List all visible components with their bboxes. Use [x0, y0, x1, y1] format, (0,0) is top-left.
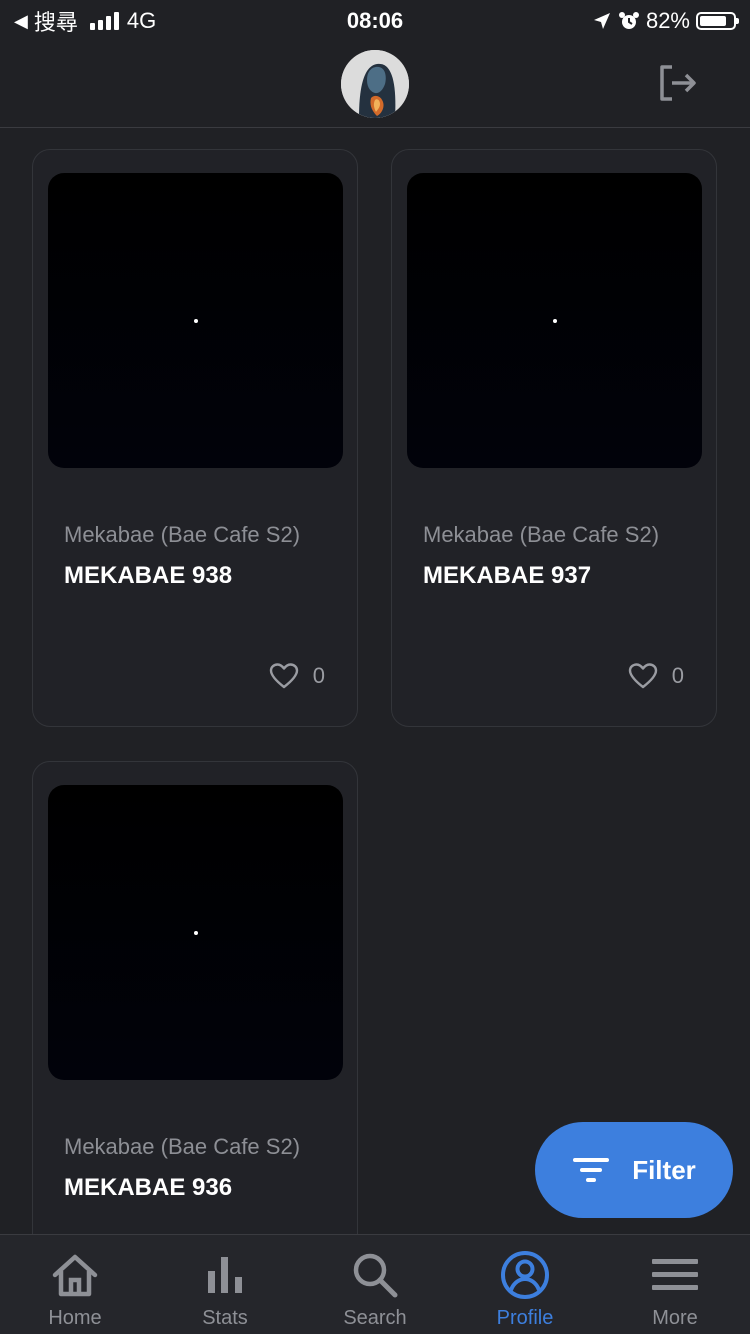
- nft-card[interactable]: Mekabae (Bae Cafe S2) MEKABAE 938 0: [32, 149, 358, 727]
- battery-icon: [696, 12, 739, 30]
- battery-fill: [700, 16, 727, 26]
- app-screen: ◀ 搜尋 4G 08:06 82% Mekabae (Bae Cafe S2) …: [0, 0, 750, 1334]
- menu-icon: [652, 1259, 698, 1290]
- stats-icon: [208, 1257, 242, 1293]
- nft-thumbnail[interactable]: [48, 173, 343, 468]
- thumbnail-dot: [194, 319, 198, 323]
- nft-card[interactable]: Mekabae (Bae Cafe S2) MEKABAE 936: [32, 761, 358, 1234]
- back-app-label[interactable]: 搜尋: [34, 5, 78, 37]
- nav-home[interactable]: Home: [0, 1235, 150, 1334]
- like-count: 0: [671, 663, 684, 688]
- nav-profile[interactable]: Profile: [450, 1235, 600, 1334]
- token-name: MEKABAE 936: [64, 1174, 233, 1201]
- status-left: ◀ 搜尋 4G: [14, 5, 156, 37]
- avatar-image: [341, 50, 409, 118]
- signal-icon: [89, 12, 119, 30]
- logout-icon[interactable]: [656, 62, 698, 104]
- nav-search[interactable]: Search: [300, 1235, 450, 1334]
- avatar[interactable]: [341, 50, 409, 118]
- heart-icon[interactable]: [269, 662, 299, 690]
- nft-grid: Mekabae (Bae Cafe S2) MEKABAE 938 0 Meka…: [0, 129, 750, 1234]
- nft-thumbnail[interactable]: [48, 785, 343, 1080]
- nav-profile-label: Profile: [496, 1307, 554, 1329]
- token-name: MEKABAE 937: [423, 562, 592, 589]
- bottom-nav: Home Stats Search Profile More: [0, 1234, 750, 1334]
- nav-more-label: More: [652, 1307, 698, 1329]
- nft-thumbnail[interactable]: [407, 173, 702, 468]
- nav-more[interactable]: More: [600, 1235, 750, 1334]
- filter-button[interactable]: Filter: [535, 1122, 733, 1218]
- status-bar: ◀ 搜尋 4G 08:06 82%: [0, 0, 750, 42]
- token-name: MEKABAE 938: [64, 562, 233, 589]
- app-header: [0, 42, 750, 128]
- status-right: 82%: [592, 8, 739, 34]
- filter-label: Filter: [632, 1154, 696, 1185]
- profile-icon: [501, 1251, 549, 1299]
- nft-card[interactable]: Mekabae (Bae Cafe S2) MEKABAE 937 0: [391, 149, 717, 727]
- thumbnail-dot: [194, 931, 198, 935]
- location-arrow-icon: [593, 13, 610, 29]
- heart-icon[interactable]: [628, 662, 658, 690]
- collection-name: Mekabae (Bae Cafe S2): [423, 522, 660, 547]
- collection-name: Mekabae (Bae Cafe S2): [64, 1134, 301, 1159]
- thumbnail-dot: [553, 319, 557, 323]
- alarm-icon: [618, 12, 639, 29]
- home-icon: [52, 1254, 98, 1297]
- filter-icon: [573, 1158, 610, 1182]
- nav-home-label: Home: [48, 1307, 102, 1329]
- like-control[interactable]: 0: [628, 662, 684, 690]
- back-arrow-icon[interactable]: ◀: [14, 11, 28, 32]
- network-label: 4G: [126, 8, 157, 33]
- like-count: 0: [312, 663, 325, 688]
- battery-percent: 82%: [645, 8, 690, 33]
- collection-name: Mekabae (Bae Cafe S2): [64, 522, 301, 547]
- nav-stats-label: Stats: [202, 1307, 248, 1329]
- nav-search-label: Search: [343, 1307, 407, 1329]
- like-control[interactable]: 0: [269, 662, 325, 690]
- nav-stats[interactable]: Stats: [150, 1235, 300, 1334]
- search-icon: [353, 1253, 398, 1298]
